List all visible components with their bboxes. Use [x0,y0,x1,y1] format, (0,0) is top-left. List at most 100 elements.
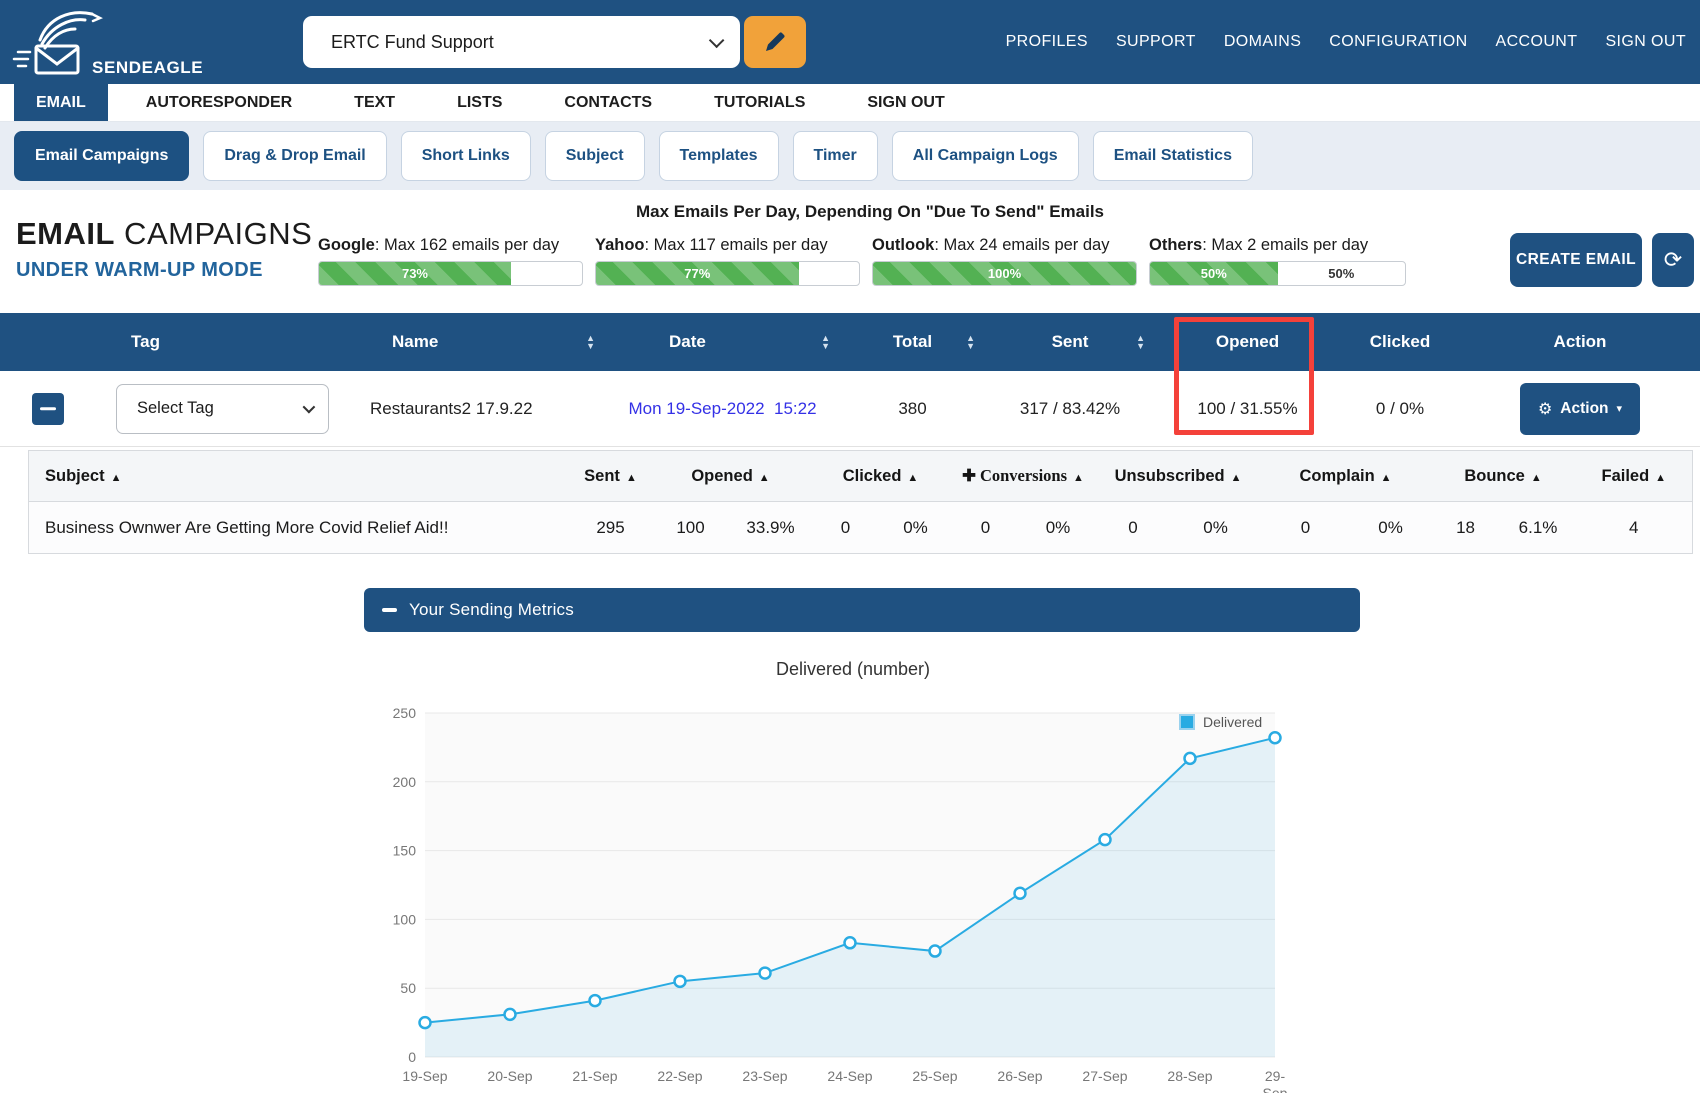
edit-profile-button[interactable] [744,16,806,68]
col-name[interactable]: Name▲▼ [350,313,605,371]
svg-text:50: 50 [400,980,416,996]
svg-text:250: 250 [393,705,417,721]
subject-text: Business Ownwer Are Getting More Covid R… [29,502,571,554]
quota-yahoo: Yahoo: Max 117 emails per day 77% [595,236,860,286]
refresh-button[interactable]: ⟳ [1652,233,1694,287]
svg-text:22-Sep: 22-Sep [657,1068,702,1084]
sort-asc-icon: ▲ [1231,472,1242,484]
btn-drag-drop-email[interactable]: Drag & Drop Email [203,131,386,181]
sending-metrics-panel-header[interactable]: Your Sending Metrics [364,588,1360,632]
campaign-opened: 100 / 31.55% [1155,371,1340,446]
others-quota-remainder: 50% [1278,262,1406,285]
page-header: EMAIL CAMPAIGNS UNDER WARM-UP MODE Max E… [0,190,1700,313]
btn-subject[interactable]: Subject [545,131,645,181]
caret-down-icon: ▾ [1617,402,1623,415]
svg-text:26-Sep: 26-Sep [997,1068,1042,1084]
plus-icon: ✚ [962,466,976,485]
subject-unsubscribed-pct: 0% [1171,502,1261,554]
subject-clicked-pct: 0% [881,502,951,554]
col-sent[interactable]: Sent▲▼ [985,313,1155,371]
subject-complain-count: 0 [1261,502,1351,554]
nav-sign-out[interactable]: SIGN OUT [1605,33,1686,51]
tab-lists[interactable]: LISTS [433,84,526,121]
sort-icon[interactable]: ▲▼ [821,334,830,350]
action-dropdown-button[interactable]: ⚙ Action ▾ [1520,383,1640,435]
tab-contacts[interactable]: CONTACTS [540,84,676,121]
svg-text:150: 150 [393,843,417,859]
panel-title: Your Sending Metrics [409,600,574,620]
subject-bounce-count: 18 [1431,502,1501,554]
chevron-down-icon [709,32,725,48]
subcol-subject[interactable]: Subject▲ [29,451,571,502]
tab-tutorials[interactable]: TUTORIALS [690,84,829,121]
sort-icon[interactable]: ▲▼ [966,334,975,350]
btn-email-campaigns[interactable]: Email Campaigns [14,131,189,181]
campaign-name: Restaurants2 17.9.22 [350,371,605,446]
svg-text:100: 100 [393,911,417,927]
sendeagle-logo[interactable]: SENDEAGLE [12,4,242,82]
nav-support[interactable]: SUPPORT [1116,33,1196,51]
subcol-sent[interactable]: Sent▲ [571,451,651,502]
svg-text:29-: 29- [1265,1068,1286,1084]
sort-asc-icon: ▲ [1655,472,1666,484]
svg-text:20-Sep: 20-Sep [487,1068,532,1084]
quota-row: Google: Max 162 emails per day 73% Yahoo… [318,236,1422,286]
subcol-clicked[interactable]: Clicked▲ [811,451,951,502]
btn-short-links[interactable]: Short Links [401,131,531,181]
tab-autoresponder[interactable]: AUTORESPONDER [122,84,316,121]
subcol-opened[interactable]: Opened▲ [651,451,811,502]
tab-text[interactable]: TEXT [330,84,419,121]
subcol-complain[interactable]: Complain▲ [1261,451,1431,502]
create-email-button[interactable]: CREATE EMAIL [1510,233,1642,287]
sort-icon[interactable]: ▲▼ [586,334,595,350]
subcol-unsubscribed[interactable]: Unsubscribed▲ [1096,451,1261,502]
campaign-row: Select Tag Restaurants2 17.9.22 Mon 19-S… [0,371,1700,447]
campaigns-table-header: Tag Name▲▼ Date▲▼ Total▲▼ Sent▲▼ Opened … [0,313,1700,371]
subject-failed: 4 [1576,502,1693,554]
sort-asc-icon: ▲ [1073,472,1084,484]
page-title: EMAIL CAMPAIGNS [16,216,312,252]
tab-email[interactable]: EMAIL [14,84,108,121]
pencil-icon [763,30,787,54]
col-date[interactable]: Date▲▼ [605,313,840,371]
campaign-total: 380 [840,371,985,446]
tab-sign-out[interactable]: SIGN OUT [843,84,968,121]
nav-profiles[interactable]: PROFILES [1006,33,1088,51]
campaign-date-link[interactable]: Mon 19-Sep-2022 15:22 [605,371,840,446]
quota-others: Others: Max 2 emails per day 50% 50% [1149,236,1406,286]
btn-templates[interactable]: Templates [659,131,779,181]
col-total[interactable]: Total▲▼ [840,313,985,371]
delivered-line-chart: 050100150200250Delivered (number)19-Sep2… [380,645,1290,1093]
google-quota-bar: 73% [318,261,583,286]
btn-timer[interactable]: Timer [793,131,878,181]
subject-row: Business Ownwer Are Getting More Covid R… [29,502,1693,554]
btn-all-campaign-logs[interactable]: All Campaign Logs [892,131,1079,181]
subject-opened-count: 100 [651,502,731,554]
sort-asc-icon: ▲ [907,472,918,484]
subcol-conversions[interactable]: ✚Conversions▲ [951,451,1096,502]
tag-select[interactable]: Select Tag [116,384,329,434]
subcol-bounce[interactable]: Bounce▲ [1431,451,1576,502]
subject-bounce-pct: 6.1% [1501,502,1576,554]
sendeagle-app: SENDEAGLE ERTC Fund Support PROFILES SUP… [0,0,1700,1093]
subject-complain-pct: 0% [1351,502,1431,554]
nav-domains[interactable]: DOMAINS [1224,33,1301,51]
quota-heading: Max Emails Per Day, Depending On "Due To… [318,202,1422,222]
svg-text:0: 0 [408,1049,416,1065]
col-clicked: Clicked [1340,313,1460,371]
gear-icon: ⚙ [1538,399,1552,419]
page-titles: EMAIL CAMPAIGNS UNDER WARM-UP MODE [16,216,312,282]
btn-email-statistics[interactable]: Email Statistics [1093,131,1253,181]
svg-text:27-Sep: 27-Sep [1082,1068,1127,1084]
yahoo-quota-bar: 77% [595,261,860,286]
profile-select-value: ERTC Fund Support [331,32,494,53]
nav-account[interactable]: ACCOUNT [1496,33,1578,51]
refresh-icon: ⟳ [1664,247,1682,272]
subject-opened-pct: 33.9% [731,502,811,554]
sort-icon[interactable]: ▲▼ [1136,334,1145,350]
subcol-failed[interactable]: Failed▲ [1576,451,1693,502]
profile-select[interactable]: ERTC Fund Support [303,16,740,68]
col-tag: Tag [95,313,350,371]
collapse-row-button[interactable] [32,393,64,425]
nav-configuration[interactable]: CONFIGURATION [1329,33,1467,51]
